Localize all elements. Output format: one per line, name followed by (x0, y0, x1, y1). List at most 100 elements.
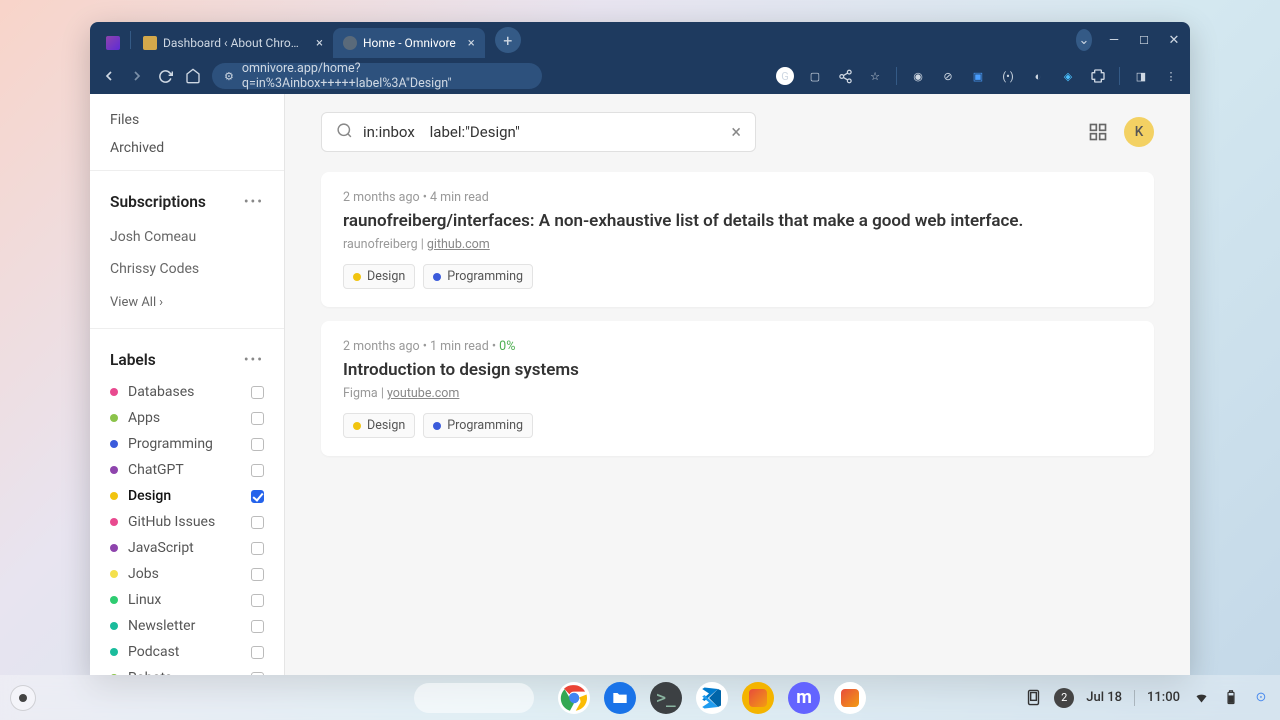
view-all-link[interactable]: View All › (90, 285, 284, 320)
article-card[interactable]: 2 months ago • 1 min read • 0%Introducti… (321, 321, 1154, 456)
label-row[interactable]: JavaScript (90, 535, 284, 561)
subscription-item[interactable]: Chrissy Codes (90, 253, 284, 285)
shelf-app-vscode[interactable] (696, 682, 728, 714)
menu-icon[interactable]: ⋮ (1162, 67, 1180, 85)
close-icon[interactable]: × (468, 36, 475, 51)
tag-label: Programming (447, 269, 523, 284)
bookmark-icon[interactable]: ☆ (866, 67, 884, 85)
avatar[interactable]: K (1124, 117, 1154, 147)
shelf-app-terminal[interactable]: >_ (650, 682, 682, 714)
label-row[interactable]: Programming (90, 431, 284, 457)
labels-more-icon[interactable]: ••• (244, 357, 264, 364)
extension-icon[interactable]: (•) (999, 67, 1017, 85)
label-color-dot (110, 596, 118, 604)
label-checkbox[interactable] (251, 542, 264, 555)
sidebar: Files Archived Subscriptions ••• Josh Co… (90, 94, 285, 675)
label-name: ChatGPT (128, 462, 251, 478)
label-name: Design (128, 488, 251, 504)
label-row[interactable]: Podcast (90, 639, 284, 665)
label-checkbox[interactable] (251, 412, 264, 425)
grid-view-icon[interactable] (1088, 122, 1108, 142)
tag-label: Design (367, 418, 405, 433)
label-color-dot (110, 518, 118, 526)
article-card[interactable]: 2 months ago • 4 min readraunofreiberg/i… (321, 172, 1154, 307)
label-checkbox[interactable] (251, 464, 264, 477)
phone-hub-icon[interactable] (1024, 689, 1042, 707)
address-bar[interactable]: ⚙ omnivore.app/home?q=in%3Ainbox+++++lab… (212, 63, 542, 89)
shelf-app-chrome[interactable] (558, 682, 590, 714)
extensions-puzzle-icon[interactable] (1089, 67, 1107, 85)
label-checkbox[interactable] (251, 646, 264, 659)
label-checkbox[interactable] (251, 594, 264, 607)
label-row[interactable]: GitHub Issues (90, 509, 284, 535)
launcher-button[interactable] (10, 685, 36, 711)
new-tab-button[interactable]: + (495, 27, 521, 53)
subscriptions-more-icon[interactable]: ••• (244, 199, 264, 206)
label-row[interactable]: Databases (90, 379, 284, 405)
label-row[interactable]: Design (90, 483, 284, 509)
forward-button[interactable] (128, 67, 146, 85)
label-checkbox[interactable] (251, 386, 264, 399)
site-info-icon[interactable]: ⚙ (224, 70, 234, 83)
extension-icon[interactable]: ▣ (969, 67, 987, 85)
label-name: Databases (128, 384, 251, 400)
side-panel-icon[interactable]: ◨ (1132, 67, 1150, 85)
label-row[interactable]: Jobs (90, 561, 284, 587)
article-tag[interactable]: Programming (423, 264, 533, 289)
label-row[interactable]: Newsletter (90, 613, 284, 639)
close-button[interactable]: ✕ (1166, 33, 1182, 48)
shelf-app-app7[interactable] (834, 682, 866, 714)
share-icon[interactable] (836, 67, 854, 85)
label-checkbox[interactable] (251, 620, 264, 633)
label-row[interactable]: Linux (90, 587, 284, 613)
label-name: Podcast (128, 644, 251, 660)
ext-google-icon[interactable]: G (776, 67, 794, 85)
maximize-button[interactable]: ☐ (1136, 34, 1152, 47)
extension-icon[interactable]: ◐ (1029, 67, 1047, 85)
chevron-down-icon[interactable]: ⌄ (1076, 29, 1092, 51)
ext-cast-icon[interactable]: ▢ (806, 67, 824, 85)
tab-2[interactable]: Home - Omnivore × (333, 28, 485, 58)
extension-icon[interactable]: ◈ (1059, 67, 1077, 85)
label-row[interactable]: Robots (90, 665, 284, 675)
article-tags: Design Programming (343, 264, 1132, 289)
close-icon[interactable]: × (316, 36, 323, 51)
shelf-app-mastodon[interactable]: m (788, 682, 820, 714)
sidebar-item-files[interactable]: Files (90, 106, 284, 134)
subscription-item[interactable]: Josh Comeau (90, 221, 284, 253)
notification-count[interactable]: 2 (1054, 688, 1074, 708)
home-button[interactable] (184, 67, 202, 85)
search-input[interactable] (363, 123, 721, 141)
label-checkbox[interactable] (251, 568, 264, 581)
minimize-button[interactable]: — (1106, 33, 1122, 48)
shelf-app-files[interactable] (604, 682, 636, 714)
shelf-search-pill[interactable] (414, 683, 534, 713)
extension-icon[interactable]: ◉ (909, 67, 927, 85)
search-box[interactable]: × (321, 112, 756, 152)
shelf-app-app5[interactable] (742, 682, 774, 714)
article-tag[interactable]: Design (343, 413, 415, 438)
label-checkbox[interactable] (251, 490, 264, 503)
clear-icon[interactable]: × (731, 122, 741, 143)
label-color-dot (110, 388, 118, 396)
extension-icon[interactable]: ⊘ (939, 67, 957, 85)
article-tag[interactable]: Programming (423, 413, 533, 438)
battery-icon (1222, 689, 1240, 707)
article-tags: Design Programming (343, 413, 1132, 438)
chromeos-shelf: >_ m 2 Jul 18 11:00 ⊙ (0, 675, 1280, 720)
reload-button[interactable] (156, 67, 174, 85)
article-tag[interactable]: Design (343, 264, 415, 289)
label-checkbox[interactable] (251, 438, 264, 451)
sidebar-item-archived[interactable]: Archived (90, 134, 284, 162)
pinned-tab[interactable] (98, 28, 128, 58)
divider (90, 170, 284, 171)
back-button[interactable] (100, 67, 118, 85)
labels-heading: Labels (110, 351, 156, 369)
label-row[interactable]: Apps (90, 405, 284, 431)
label-row[interactable]: ChatGPT (90, 457, 284, 483)
label-checkbox[interactable] (251, 516, 264, 529)
browser-toolbar: ⚙ omnivore.app/home?q=in%3Ainbox+++++lab… (90, 58, 1190, 94)
label-color-dot (110, 648, 118, 656)
system-tray[interactable]: 2 Jul 18 11:00 ⊙ (1024, 688, 1270, 708)
tab-1[interactable]: Dashboard ‹ About Chromeboo × (133, 28, 333, 58)
